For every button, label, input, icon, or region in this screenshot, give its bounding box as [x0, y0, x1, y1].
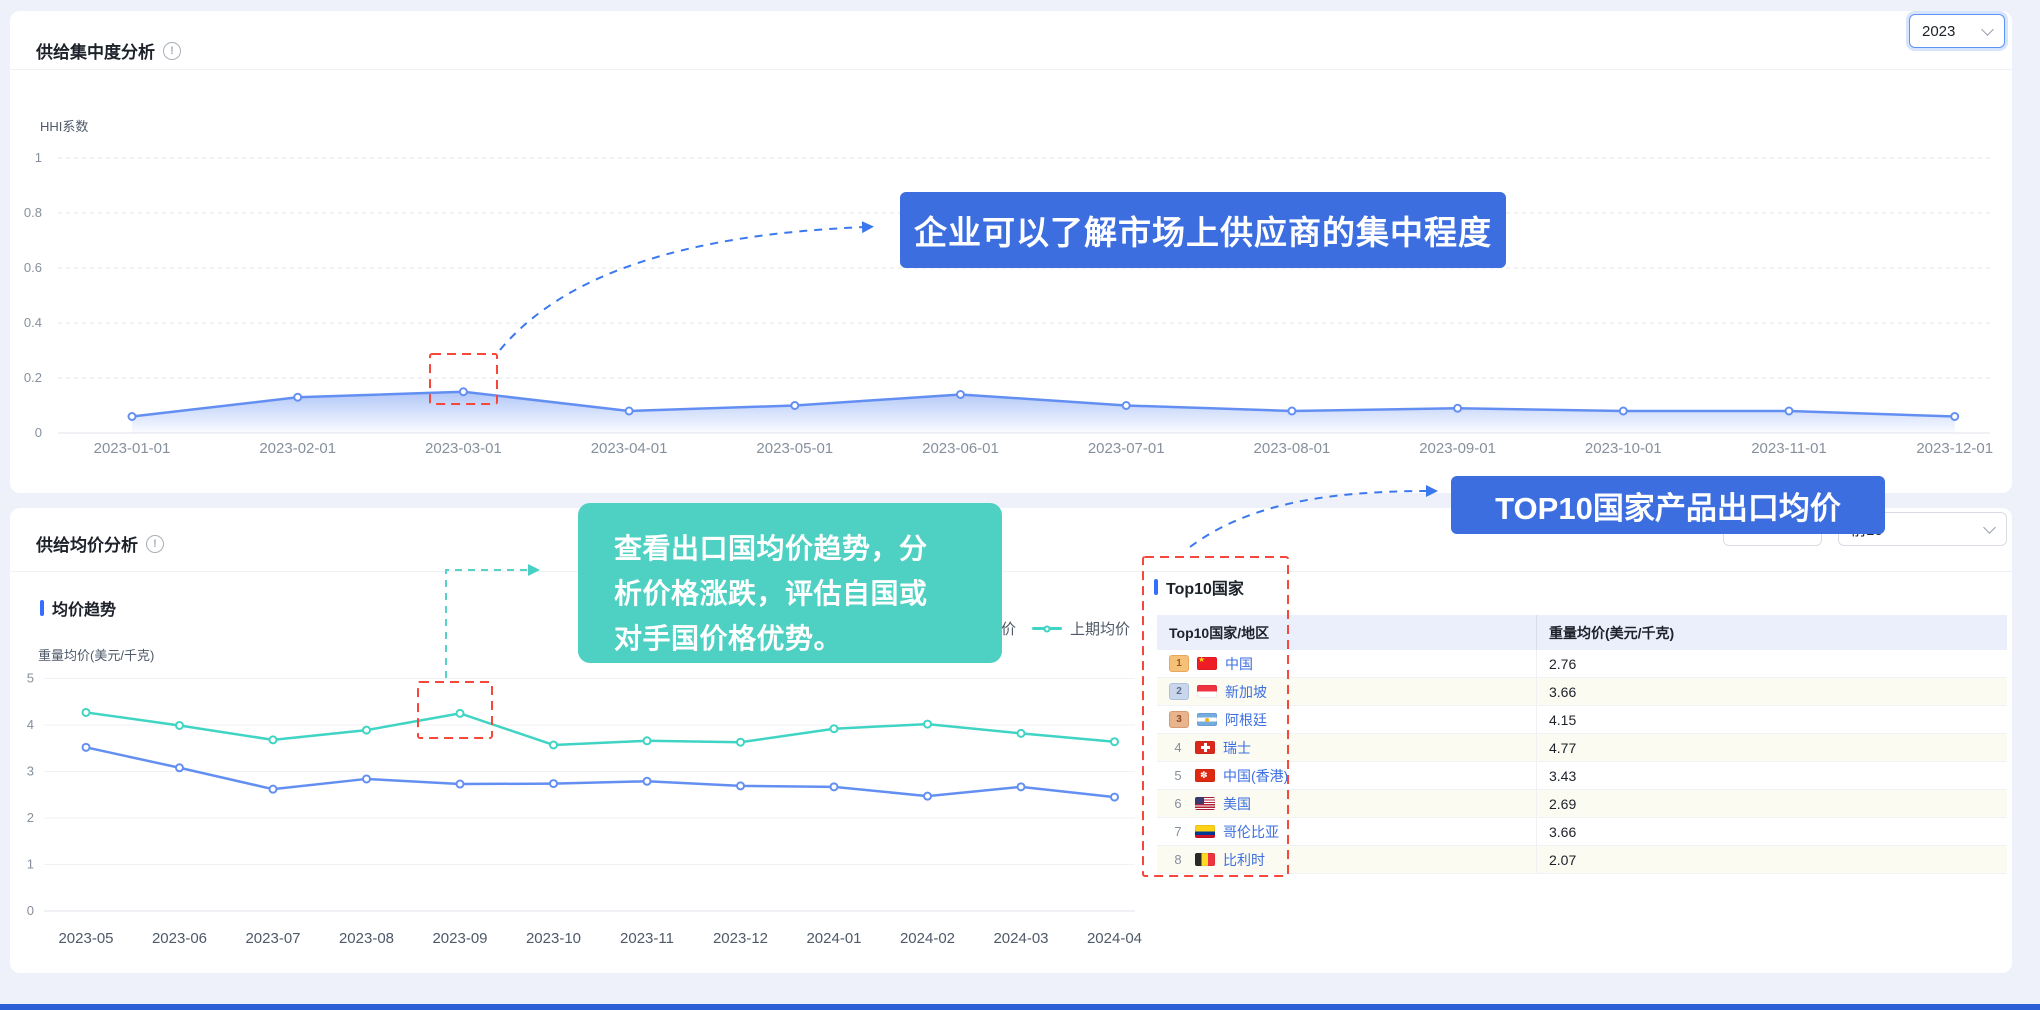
top10-table: Top10国家/地区 重量均价(美元/千克) 1 中国 2.76 2 新加坡 3.66 3 阿… [1157, 615, 2007, 874]
flag-cn-icon [1197, 657, 1217, 670]
table-row: 1 中国 2.76 [1157, 650, 2007, 678]
country-link[interactable]: 瑞士 [1223, 738, 1251, 758]
price-value: 2.76 [1537, 650, 2008, 678]
top10-section-title-text: Top10国家 [1166, 575, 1244, 599]
price-value: 4.15 [1537, 706, 2008, 734]
top10-section-title: Top10国家 [1154, 575, 1244, 599]
concentration-callout-text: 企业可以了解市场上供应商的集中程度 [914, 206, 1492, 254]
legend-dot-icon [1044, 625, 1051, 632]
rank-number: 7 [1169, 824, 1187, 839]
section-bar [1154, 579, 1158, 595]
flag-ar-icon [1197, 713, 1217, 726]
year-select[interactable]: 2023 [1909, 14, 2005, 48]
country-link[interactable]: 中国(香港) [1223, 766, 1288, 786]
legend-item-上期均价[interactable]: 上期均价 [1032, 618, 1130, 639]
country-link[interactable]: 哥伦比亚 [1223, 822, 1279, 842]
flag-sg-icon [1197, 685, 1217, 698]
chevron-down-icon [1983, 521, 1996, 534]
section-bar [40, 600, 44, 616]
country-link[interactable]: 中国 [1225, 654, 1253, 674]
country-link[interactable]: 比利时 [1223, 850, 1265, 870]
rank-number: 6 [1169, 796, 1187, 811]
concentration-title-text: 供给集中度分析 [36, 38, 155, 63]
top10-callout: TOP10国家产品出口均价 [1451, 476, 1885, 534]
table-row: 4 瑞士 4.77 [1157, 734, 2007, 762]
divider [10, 69, 2012, 70]
table-row: 5 中国(香港) 3.43 [1157, 762, 2007, 790]
year-select-value: 2023 [1922, 23, 1955, 40]
table-row: 7 哥伦比亚 3.66 [1157, 818, 2007, 846]
price-trend-callout-text: 查看出口国均价趋势，分析价格涨跌，评估自国或对手国价格优势。 [614, 526, 930, 661]
medal-rank-icon: 2 [1169, 683, 1189, 700]
price-trend-subtitle: 均价趋势 [40, 596, 116, 620]
info-icon[interactable] [146, 535, 164, 553]
col-header-country: Top10国家/地区 [1157, 615, 1537, 650]
top10-callout-text: TOP10国家产品出口均价 [1495, 483, 1841, 528]
table-row: 3 阿根廷 4.15 [1157, 706, 2007, 734]
col-header-price: 重量均价(美元/千克) [1537, 615, 2008, 650]
medal-rank-icon: 1 [1169, 655, 1189, 672]
bottom-bar [0, 1004, 2040, 1010]
divider [10, 571, 2012, 572]
flag-ch-icon [1195, 741, 1215, 754]
table-row: 8 比利时 2.07 [1157, 846, 2007, 874]
price-value: 3.66 [1537, 818, 2008, 846]
chevron-down-icon [1981, 23, 1994, 36]
price-title-text: 供给均价分析 [36, 531, 138, 556]
medal-rank-icon: 3 [1169, 711, 1189, 728]
country-link[interactable]: 美国 [1223, 794, 1251, 814]
info-icon[interactable] [163, 42, 181, 60]
table-row: 2 新加坡 3.66 [1157, 678, 2007, 706]
price-value: 3.43 [1537, 762, 2008, 790]
legend-label: 上期均价 [1070, 618, 1130, 639]
table-row: 6 美国 2.69 [1157, 790, 2007, 818]
price-value: 2.07 [1537, 846, 2008, 874]
country-link[interactable]: 阿根廷 [1225, 710, 1267, 730]
flag-hk-icon [1195, 769, 1215, 782]
rank-number: 5 [1169, 768, 1187, 783]
price-title: 供给均价分析 [36, 531, 164, 556]
price-trend-callout: 查看出口国均价趋势，分析价格涨跌，评估自国或对手国价格优势。 [578, 503, 1002, 663]
price-value: 2.69 [1537, 790, 2008, 818]
flag-be-icon [1195, 853, 1215, 866]
price-trend-subtitle-text: 均价趋势 [52, 596, 116, 620]
rank-number: 8 [1169, 852, 1187, 867]
flag-us-icon [1195, 797, 1215, 810]
legend-marker-icon [1032, 627, 1062, 630]
price-value: 4.77 [1537, 734, 2008, 762]
top10-table-body: 1 中国 2.76 2 新加坡 3.66 3 阿根廷 4.15 4 瑞士 4.77 5 中国(香港) 3.4… [1157, 650, 2007, 874]
concentration-title: 供给集中度分析 [36, 38, 181, 63]
table-header-row: Top10国家/地区 重量均价(美元/千克) [1157, 615, 2007, 650]
country-link[interactable]: 新加坡 [1225, 682, 1267, 702]
concentration-callout: 企业可以了解市场上供应商的集中程度 [900, 192, 1506, 268]
flag-co-icon [1195, 825, 1215, 838]
rank-number: 4 [1169, 740, 1187, 755]
price-value: 3.66 [1537, 678, 2008, 706]
